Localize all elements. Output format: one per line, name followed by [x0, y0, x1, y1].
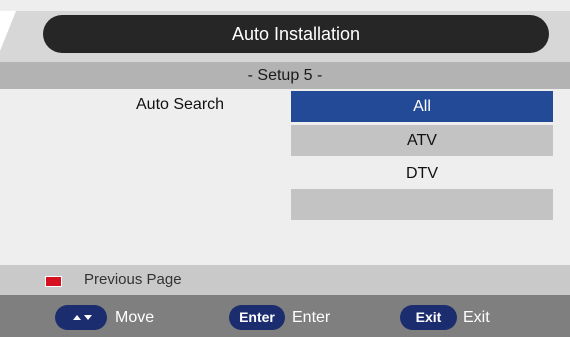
option-all[interactable]: All: [291, 91, 553, 122]
option-dtv[interactable]: DTV: [291, 158, 553, 189]
option-empty[interactable]: [291, 189, 553, 220]
up-arrow-icon: [73, 315, 81, 320]
previous-page-bar[interactable]: Previous Page: [0, 265, 570, 295]
page-title: Auto Installation: [43, 15, 549, 53]
move-key-button[interactable]: [55, 305, 107, 330]
title-corner-notch: [0, 11, 16, 51]
exit-key-button[interactable]: Exit: [400, 305, 457, 330]
exit-hint-label: Exit: [463, 309, 490, 326]
previous-page-label: Previous Page: [84, 271, 182, 288]
down-arrow-icon: [84, 315, 92, 320]
red-key-icon: [45, 276, 62, 287]
up-down-arrows-icon: [66, 305, 96, 330]
move-hint-label: Move: [115, 309, 155, 326]
auto-installation-screen: Auto Installation - Setup 5 - Auto Searc…: [0, 0, 570, 337]
option-atv[interactable]: ATV: [291, 125, 553, 156]
auto-search-label: Auto Search: [136, 96, 225, 113]
key-hint-bar: Move Enter Enter Exit Exit: [0, 295, 570, 337]
enter-hint-label: Enter: [292, 309, 331, 326]
setup-step-subtitle: - Setup 5 -: [0, 62, 570, 89]
enter-key-button[interactable]: Enter: [229, 305, 285, 330]
